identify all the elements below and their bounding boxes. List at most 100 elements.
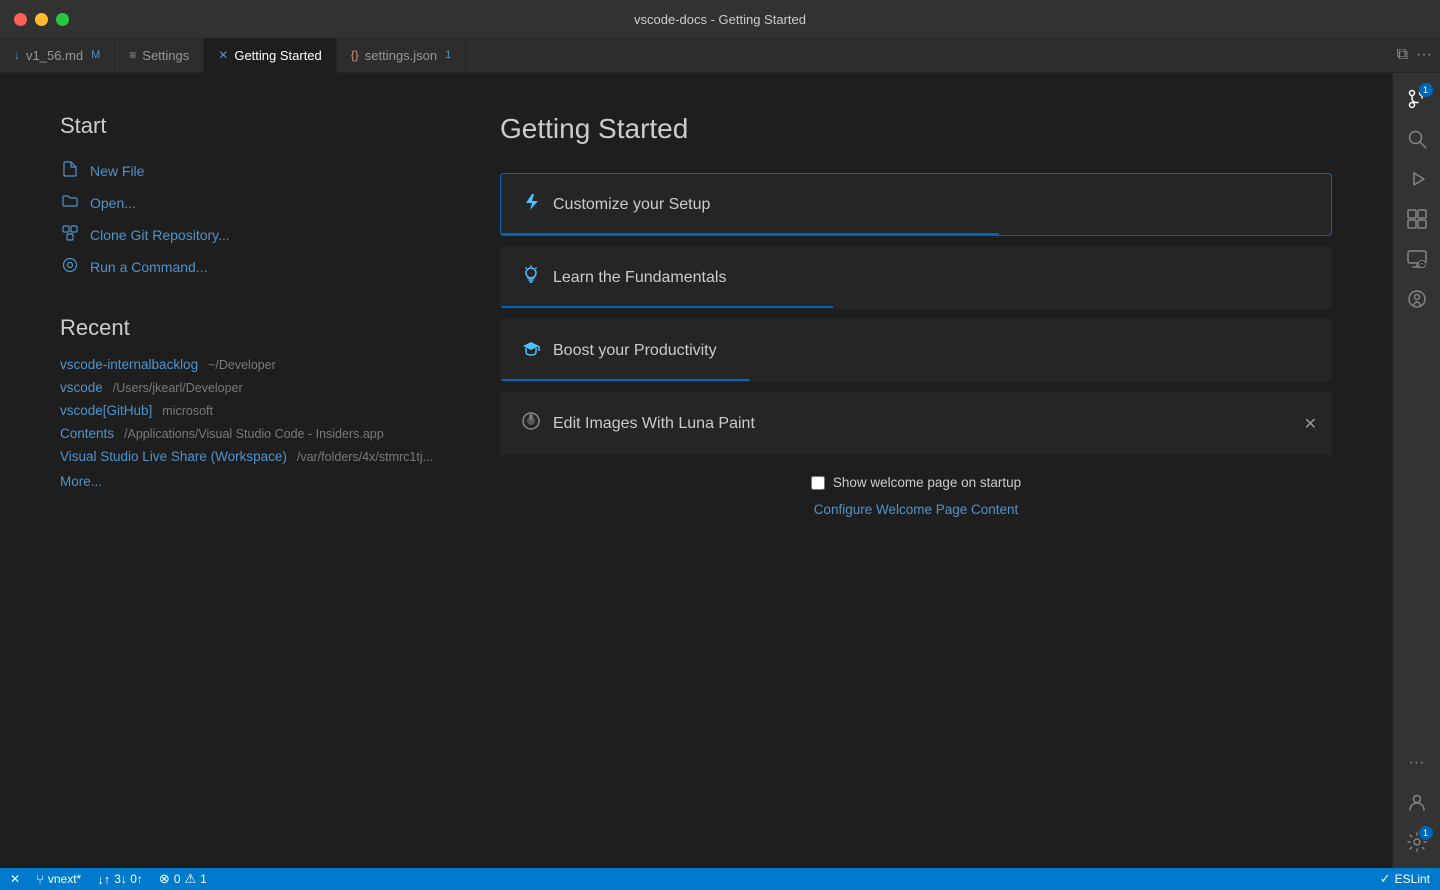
sync-label: 3↓ 0↑ [114, 872, 143, 886]
activity-bar: 1 [1392, 73, 1440, 868]
getting-started-title: Getting Started [500, 113, 1332, 145]
recent-name-r2[interactable]: vscode [60, 380, 103, 395]
remote-icon: ✕ [10, 872, 20, 886]
tab-settings-icon: ≡ [129, 48, 136, 62]
show-welcome-checkbox[interactable] [811, 476, 825, 490]
recent-name-r5[interactable]: Visual Studio Live Share (Workspace) [60, 449, 287, 464]
run-command-label: Run a Command... [90, 259, 208, 275]
open-icon [60, 193, 80, 213]
gs-cards: Customize your Setup [500, 173, 1332, 455]
tab-getting-started[interactable]: ✕ Getting Started [204, 38, 337, 73]
list-item: vscode /Users/jkearl/Developer [60, 380, 440, 395]
gs-card-productivity-label: Boost your Productivity [553, 342, 717, 360]
warnings-label: 1 [200, 872, 207, 886]
customize-progress-bar [501, 233, 999, 235]
source-control-badge: 1 [1419, 83, 1433, 97]
left-panel: Start New File [60, 113, 440, 828]
recent-path-r3: microsoft [162, 404, 213, 418]
gs-card-customize-label: Customize your Setup [553, 196, 710, 214]
more-link[interactable]: More... [60, 474, 440, 489]
github-icon[interactable] [1399, 281, 1435, 317]
show-welcome-label: Show welcome page on startup [833, 475, 1021, 490]
window-title: vscode-docs - Getting Started [634, 12, 806, 27]
tab-settings-json[interactable]: {} settings.json 1 [337, 38, 466, 72]
tab-settings-json-label: settings.json [365, 48, 437, 63]
fundamentals-progress-bar [501, 306, 833, 308]
gs-card-productivity[interactable]: Boost your Productivity [500, 319, 1332, 382]
gs-card-luna-paint[interactable]: Edit Images With Luna Paint ✕ [500, 392, 1332, 455]
run-debug-icon[interactable] [1399, 161, 1435, 197]
list-item: Visual Studio Live Share (Workspace) /va… [60, 449, 440, 464]
list-item: vscode[GitHub] microsoft [60, 403, 440, 418]
branch-icon: ⑂ [36, 872, 44, 887]
clone-git-icon [60, 225, 80, 245]
gs-card-fundamentals[interactable]: Learn the Fundamentals [500, 246, 1332, 309]
window-controls [14, 13, 69, 26]
eslint-icon: ✓ [1380, 871, 1391, 887]
configure-welcome-link[interactable]: Configure Welcome Page Content [814, 502, 1019, 517]
open-label: Open... [90, 195, 136, 211]
settings-gear-badge: 1 [1419, 826, 1433, 840]
status-sync[interactable]: ↓↑ 3↓ 0↑ [97, 872, 143, 887]
tab-v1-56-icon: ↓ [14, 48, 20, 62]
search-activity-icon[interactable] [1399, 121, 1435, 157]
open-action[interactable]: Open... [60, 191, 440, 215]
content-area: Start New File [0, 73, 1392, 868]
list-item: Contents /Applications/Visual Studio Cod… [60, 426, 440, 441]
account-icon[interactable] [1399, 784, 1435, 820]
tab-v1-56-label: v1_56.md [26, 48, 83, 63]
start-actions: New File Open... [60, 159, 440, 279]
recent-name-r4[interactable]: Contents [60, 426, 114, 441]
tab-settings-label: Settings [142, 48, 189, 63]
status-branch[interactable]: ⑂ vnext* [36, 872, 81, 887]
settings-gear-icon[interactable]: 1 [1399, 824, 1435, 860]
minimize-button[interactable] [35, 13, 48, 26]
recent-path-r2: /Users/jkearl/Developer [113, 381, 243, 395]
tab-v1-56-modified: M [91, 49, 100, 61]
activity-more-icon[interactable]: ··· [1401, 746, 1433, 780]
recent-path-r5: /var/folders/4x/stmrc1tj... [297, 450, 433, 464]
gs-card-customize[interactable]: Customize your Setup [500, 173, 1332, 236]
extensions-icon[interactable] [1399, 201, 1435, 237]
status-bar: ✕ ⑂ vnext* ↓↑ 3↓ 0↑ ⊗ 0 ⚠ 1 ✓ ESLint [0, 868, 1440, 890]
list-item: vscode-internalbacklog ~/Developer [60, 357, 440, 372]
title-bar: vscode-docs - Getting Started [0, 0, 1440, 38]
recent-title: Recent [60, 315, 440, 341]
maximize-button[interactable] [56, 13, 69, 26]
run-command-action[interactable]: Run a Command... [60, 255, 440, 279]
main-layout: Start New File [0, 73, 1440, 868]
gs-card-luna-paint-header: Edit Images With Luna Paint [521, 411, 1311, 436]
tab-v1-56[interactable]: ↓ v1_56.md M [0, 38, 115, 72]
tab-getting-started-icon: ✕ [218, 48, 228, 62]
split-editor-icon[interactable]: ⧉ [1397, 46, 1408, 64]
tab-settings[interactable]: ≡ Settings [115, 38, 204, 72]
more-actions-icon[interactable]: ··· [1416, 46, 1432, 64]
luna-paint-close-icon[interactable]: ✕ [1304, 414, 1317, 434]
errors-label: 0 [174, 872, 181, 886]
start-title: Start [60, 113, 440, 139]
recent-name-r3[interactable]: vscode[GitHub] [60, 403, 152, 418]
source-control-icon[interactable]: 1 [1399, 81, 1435, 117]
productivity-icon [521, 338, 541, 363]
recent-name-r1[interactable]: vscode-internalbacklog [60, 357, 198, 372]
remote-icon[interactable] [1399, 241, 1435, 277]
gs-card-customize-header: Customize your Setup [521, 192, 1311, 217]
status-remote[interactable]: ✕ [10, 872, 20, 886]
tab-bar-actions: ⧉ ··· [1397, 38, 1440, 72]
new-file-action[interactable]: New File [60, 159, 440, 183]
sync-icon: ↓↑ [97, 872, 110, 887]
luna-paint-icon [521, 411, 541, 436]
activity-bar-bottom: ··· 1 [1399, 746, 1435, 860]
tab-settings-json-badge: 1 [445, 49, 451, 61]
eslint-label: ESLint [1395, 872, 1430, 886]
gs-card-fundamentals-header: Learn the Fundamentals [521, 265, 1311, 290]
close-button[interactable] [14, 13, 27, 26]
customize-icon [521, 192, 541, 217]
status-eslint[interactable]: ✓ ESLint [1380, 871, 1430, 887]
clone-git-action[interactable]: Clone Git Repository... [60, 223, 440, 247]
tab-settings-json-icon: {} [351, 48, 359, 62]
clone-git-label: Clone Git Repository... [90, 227, 230, 243]
recent-path-r1: ~/Developer [208, 358, 276, 372]
run-command-icon [60, 257, 80, 277]
status-errors[interactable]: ⊗ 0 ⚠ 1 [159, 871, 207, 887]
